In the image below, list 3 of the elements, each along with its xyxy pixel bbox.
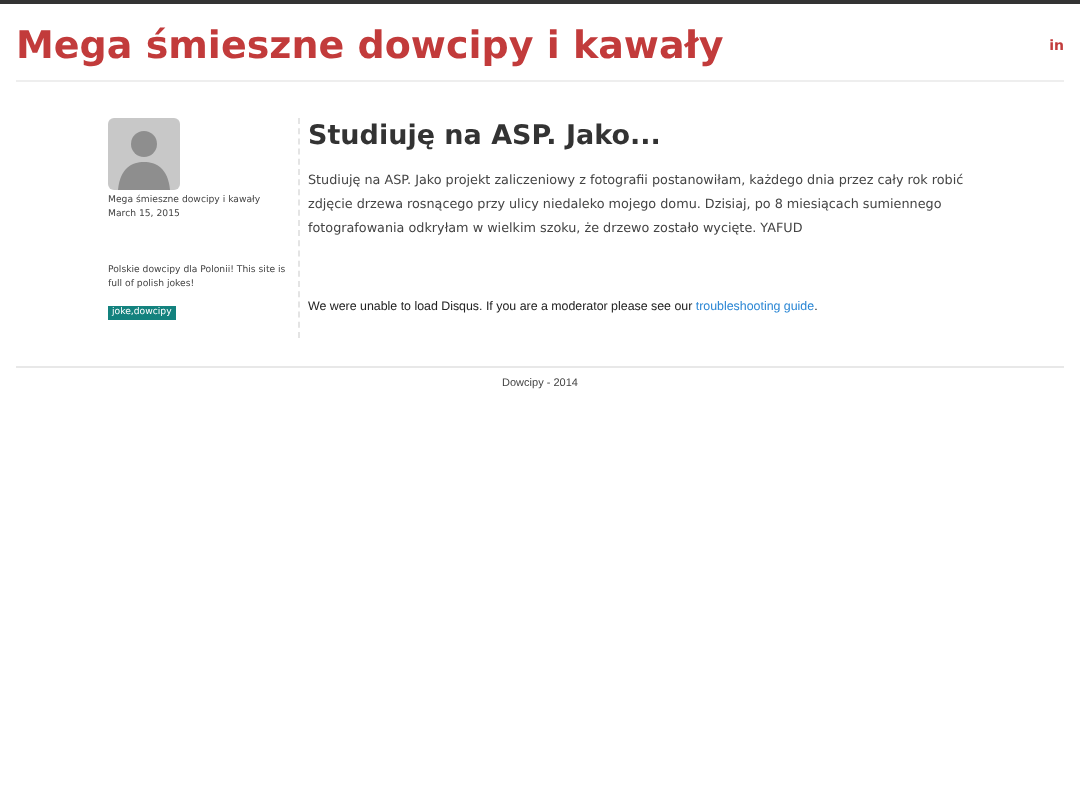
- site-title[interactable]: Mega śmieszne dowcipy i kawały: [16, 24, 724, 68]
- post-title: Studiuję na ASP. Jako...: [308, 120, 663, 152]
- avatar-icon: [108, 118, 180, 190]
